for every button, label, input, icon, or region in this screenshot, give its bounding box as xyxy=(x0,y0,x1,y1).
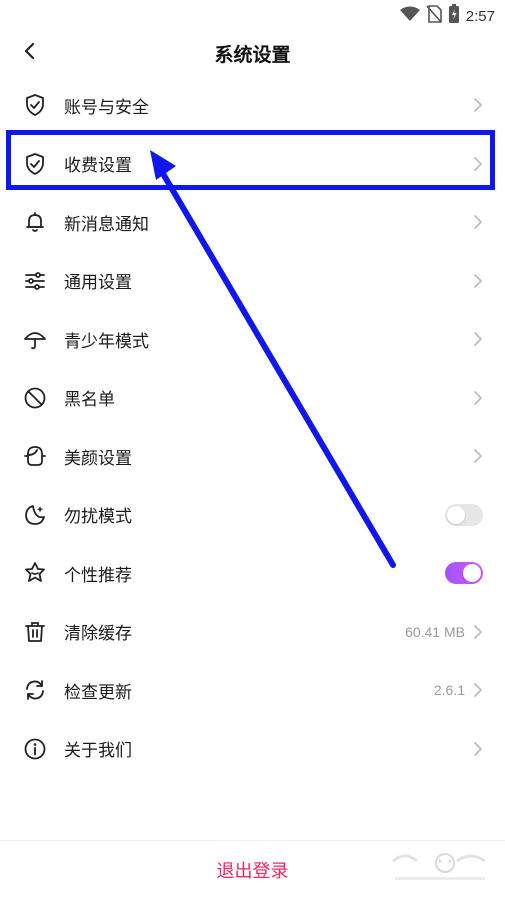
settings-item-beauty[interactable]: 美颜设置 xyxy=(0,427,505,486)
settings-list: 账号与安全 收费设置 新消息通知 通用设置 青少年模式 黑名单 美颜设置 勿扰模… xyxy=(0,76,505,778)
settings-item-label: 账号与安全 xyxy=(64,97,149,118)
page-title: 系统设置 xyxy=(214,44,291,66)
refresh-icon xyxy=(22,677,48,703)
battery-charging-icon xyxy=(448,4,460,28)
settings-item-account-security[interactable]: 账号与安全 xyxy=(0,76,505,135)
settings-item-about-us[interactable]: 关于我们 xyxy=(0,720,505,779)
chevron-right-icon xyxy=(471,273,485,288)
version-value: 2.6.1 xyxy=(433,682,465,699)
shield-check-icon xyxy=(22,92,48,118)
info-icon xyxy=(22,736,48,762)
settings-item-label: 黑名单 xyxy=(64,390,115,411)
recommend-toggle[interactable] xyxy=(445,562,483,585)
settings-item-label: 收费设置 xyxy=(64,156,132,177)
settings-item-label: 个性推荐 xyxy=(64,565,132,586)
settings-item-general[interactable]: 通用设置 xyxy=(0,252,505,311)
toggle-knob xyxy=(447,505,465,524)
dnd-toggle[interactable] xyxy=(445,503,483,526)
settings-item-personalized-recommend[interactable]: 个性推荐 xyxy=(0,544,505,603)
chevron-right-icon xyxy=(471,98,485,113)
settings-item-charge-settings[interactable]: 收费设置 xyxy=(0,135,505,194)
settings-item-blacklist[interactable]: 黑名单 xyxy=(0,369,505,428)
header: 系统设置 xyxy=(0,30,505,76)
star-badge-icon xyxy=(22,560,48,586)
block-icon xyxy=(22,385,48,411)
settings-item-check-update[interactable]: 检查更新 2.6.1 xyxy=(0,661,505,720)
chevron-right-icon xyxy=(471,156,485,171)
umbrella-icon xyxy=(22,326,48,352)
sliders-icon xyxy=(22,268,48,294)
settings-item-label: 通用设置 xyxy=(64,273,132,294)
chevron-right-icon xyxy=(471,390,485,405)
settings-item-label: 清除缓存 xyxy=(64,624,132,645)
face-beauty-icon xyxy=(22,443,48,469)
chevron-right-icon xyxy=(471,332,485,347)
chevron-right-icon xyxy=(471,449,485,464)
status-bar: 2:57 xyxy=(0,0,505,30)
toggle-knob xyxy=(463,564,481,583)
settings-item-do-not-disturb[interactable]: 勿扰模式 xyxy=(0,486,505,545)
cache-size-value: 60.41 MB xyxy=(405,623,465,640)
moon-star-icon xyxy=(22,502,48,528)
settings-item-clear-cache[interactable]: 清除缓存 60.41 MB xyxy=(0,603,505,662)
settings-item-notifications[interactable]: 新消息通知 xyxy=(0,193,505,252)
trash-icon xyxy=(22,619,48,645)
chevron-right-icon xyxy=(471,624,485,639)
settings-item-teen-mode[interactable]: 青少年模式 xyxy=(0,310,505,369)
wifi-icon xyxy=(399,6,420,26)
no-sim-icon xyxy=(426,5,442,27)
settings-item-label: 检查更新 xyxy=(64,682,132,703)
chevron-right-icon xyxy=(471,683,485,698)
settings-item-label: 勿扰模式 xyxy=(64,507,132,528)
bell-icon xyxy=(22,209,48,235)
status-icons: 2:57 xyxy=(399,4,495,28)
shield-check-icon xyxy=(22,151,48,177)
settings-item-label: 新消息通知 xyxy=(64,214,149,235)
baidu-watermark-logo xyxy=(385,847,495,891)
settings-item-label: 关于我们 xyxy=(64,741,132,762)
settings-item-label: 美颜设置 xyxy=(64,448,132,469)
chevron-right-icon xyxy=(471,741,485,756)
settings-item-label: 青少年模式 xyxy=(64,331,149,352)
chevron-right-icon xyxy=(471,215,485,230)
status-time: 2:57 xyxy=(465,7,495,25)
